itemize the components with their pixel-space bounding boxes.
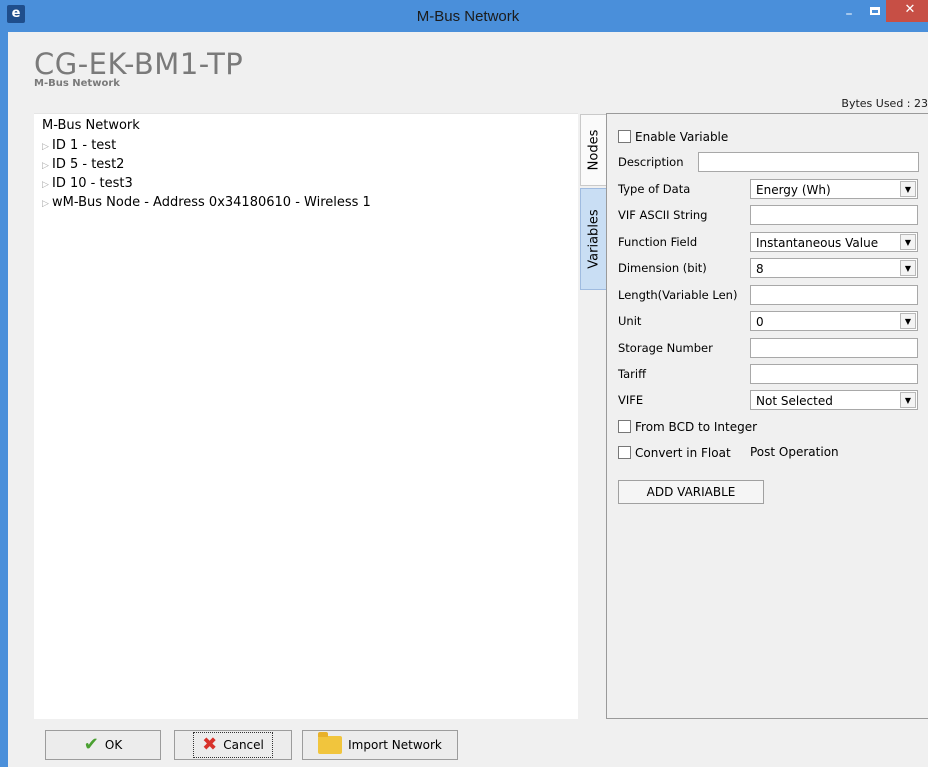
expand-arrow-icon[interactable]: ▷ (42, 142, 52, 152)
checkbox-box[interactable] (618, 420, 631, 433)
vif-ascii-input[interactable] (750, 205, 918, 225)
chevron-down-icon[interactable]: ▼ (900, 392, 916, 408)
ok-button[interactable]: ✔ OK (45, 730, 161, 760)
cancel-focus-ring: ✖ Cancel (193, 732, 273, 758)
folder-icon (318, 732, 343, 754)
chevron-down-icon[interactable]: ▼ (900, 234, 916, 250)
tree-node-label: ID 5 - test2 (52, 157, 125, 172)
tab-nodes-label: Nodes (586, 129, 602, 171)
vife-label: VIFE (618, 393, 644, 407)
chevron-down-icon[interactable]: ▼ (900, 181, 916, 197)
app-header: CG-EK-BM1-TP M-Bus Network (34, 48, 243, 89)
storage-row: Storage Number (607, 338, 928, 360)
title-bar: e M-Bus Network – ✕ (0, 0, 928, 32)
dimension-select[interactable]: 8 ▼ (750, 258, 918, 278)
storage-input[interactable] (750, 338, 918, 358)
main-window: e M-Bus Network – ✕ CG-EK-BM1-TP M-Bus N… (0, 0, 928, 767)
tree-node-wmbus[interactable]: ▷ wM-Bus Node - Address 0x34180610 - Wire… (42, 195, 371, 210)
bytes-used-label: Bytes Used : 23 (841, 97, 928, 110)
maximize-button[interactable] (862, 3, 888, 25)
add-variable-button[interactable]: ADD VARIABLE (618, 480, 764, 504)
close-button[interactable]: ✕ (886, 0, 928, 22)
bcd-label: From BCD to Integer (635, 420, 758, 434)
post-operation-label[interactable]: Post Operation (750, 445, 839, 459)
tariff-label: Tariff (618, 367, 647, 381)
unit-row: Unit 0 ▼ (607, 311, 928, 333)
tree-node-label: wM-Bus Node - Address 0x34180610 - Wirel… (52, 195, 371, 210)
side-tabs: Nodes Variables (580, 114, 608, 290)
import-network-button[interactable]: Import Network (302, 730, 458, 760)
chevron-down-icon[interactable]: ▼ (900, 260, 916, 276)
checkbox-box[interactable] (618, 446, 631, 459)
unit-label: Unit (618, 314, 642, 328)
function-field-select[interactable]: Instantaneous Value ▼ (750, 232, 918, 252)
checkmark-icon: ✔ (83, 734, 99, 755)
bcd-checkbox[interactable]: From BCD to Integer (618, 420, 757, 434)
footer-bar: ✔ OK ✖ Cancel Import Network (34, 724, 928, 767)
cancel-button[interactable]: ✖ Cancel (174, 730, 292, 760)
tab-nodes[interactable]: Nodes (580, 114, 608, 186)
enable-variable-checkbox[interactable]: Enable Variable (618, 130, 728, 144)
network-tree: M-Bus Network ▷ ID 1 - test ▷ ID 5 - test2… (34, 113, 578, 719)
minimize-button[interactable]: – (836, 6, 862, 28)
checkbox-box[interactable] (618, 130, 631, 143)
tree-root[interactable]: M-Bus Network (42, 118, 140, 133)
vif-ascii-label: VIF ASCII String (618, 208, 708, 222)
function-field-row: Function Field Instantaneous Value ▼ (607, 232, 928, 254)
unit-value: 0 (756, 315, 764, 329)
vife-select[interactable]: Not Selected ▼ (750, 390, 918, 410)
tree-node-label: ID 10 - test3 (52, 176, 133, 191)
expand-arrow-icon[interactable]: ▷ (42, 180, 52, 190)
vife-row: VIFE Not Selected ▼ (607, 390, 928, 412)
tariff-input[interactable] (750, 364, 918, 384)
type-of-data-row: Type of Data Energy (Wh) ▼ (607, 179, 928, 201)
tab-variables-label: Variables (586, 209, 602, 269)
function-field-label: Function Field (618, 235, 698, 249)
type-of-data-value: Energy (Wh) (756, 183, 831, 197)
expand-arrow-icon[interactable]: ▷ (42, 161, 52, 171)
window-title: M-Bus Network (416, 8, 520, 25)
function-field-value: Instantaneous Value (756, 236, 879, 250)
tree-node-id5[interactable]: ▷ ID 5 - test2 (42, 157, 124, 172)
maximize-icon (870, 7, 880, 15)
unit-select[interactable]: 0 ▼ (750, 311, 918, 331)
enable-variable-label: Enable Variable (635, 130, 729, 144)
type-of-data-select[interactable]: Energy (Wh) ▼ (750, 179, 918, 199)
length-row: Length(Variable Len) (607, 285, 928, 307)
chevron-down-icon[interactable]: ▼ (900, 313, 916, 329)
tree-node-id10[interactable]: ▷ ID 10 - test3 (42, 176, 133, 191)
tariff-row: Tariff (607, 364, 928, 386)
description-input[interactable] (698, 152, 919, 172)
description-row: Description (607, 152, 928, 174)
description-label: Description (618, 155, 684, 169)
tree-node-id1[interactable]: ▷ ID 1 - test (42, 138, 116, 153)
float-checkbox[interactable]: Convert in Float (618, 446, 731, 460)
tree-node-label: ID 1 - test (52, 138, 117, 153)
tab-variables[interactable]: Variables (580, 188, 608, 290)
cancel-label: Cancel (223, 738, 264, 752)
float-label: Convert in Float (635, 446, 731, 460)
dimension-label: Dimension (bit) (618, 261, 707, 275)
expand-arrow-icon[interactable]: ▷ (42, 199, 52, 209)
dimension-row: Dimension (bit) 8 ▼ (607, 258, 928, 280)
ok-label: OK (104, 738, 123, 752)
vife-value: Not Selected (756, 394, 833, 408)
import-label: Import Network (348, 738, 442, 752)
dimension-value: 8 (756, 262, 764, 276)
page-title: CG-EK-BM1-TP (34, 47, 244, 81)
length-input[interactable] (750, 285, 918, 305)
storage-label: Storage Number (618, 341, 713, 355)
vif-ascii-row: VIF ASCII String (607, 205, 928, 227)
variable-form: Enable Variable Description Type of Data… (606, 113, 928, 719)
red-x-icon: ✖ (202, 734, 218, 755)
type-of-data-label: Type of Data (618, 182, 691, 196)
length-label: Length(Variable Len) (618, 288, 738, 302)
